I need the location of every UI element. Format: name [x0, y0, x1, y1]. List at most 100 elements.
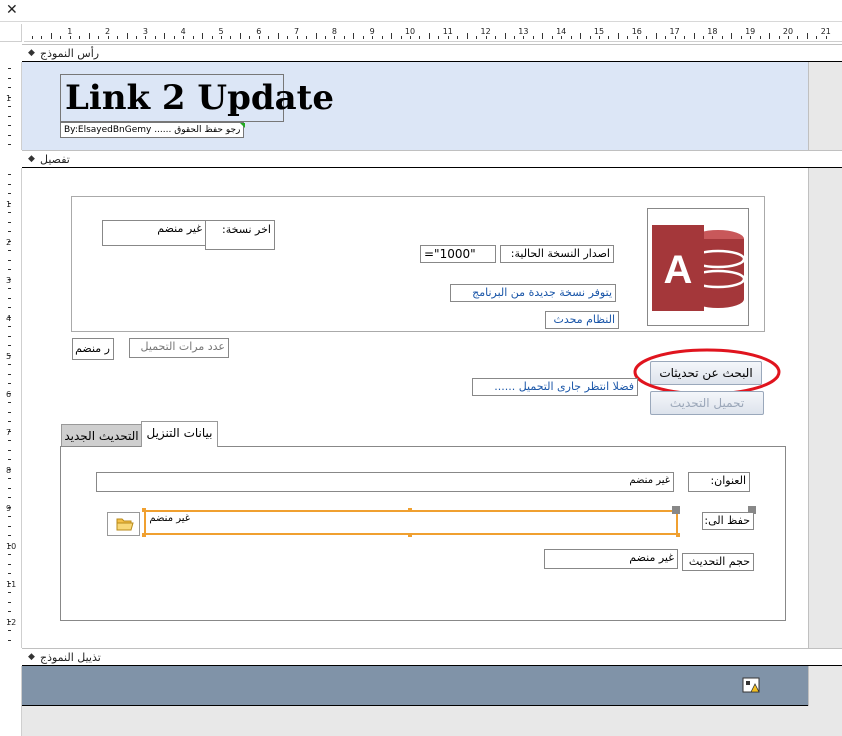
ruler-tick — [8, 193, 11, 194]
move-handle[interactable] — [672, 506, 680, 514]
error-indicator-icon — [240, 123, 245, 128]
ruler-tick — [702, 36, 704, 39]
ruler-tick — [135, 36, 137, 39]
form-footer-label: تذييل النموذج — [40, 651, 101, 664]
save-to-value: غير منضم — [149, 513, 190, 524]
address-input[interactable]: غير منضم — [96, 472, 674, 492]
ruler-tick — [107, 36, 109, 39]
browse-folder-button[interactable] — [107, 512, 140, 536]
ruler-tick — [410, 36, 411, 39]
ruler-tick — [551, 36, 553, 39]
ruler-tick — [825, 36, 827, 39]
ruler-corner[interactable] — [0, 24, 22, 42]
detail-bar[interactable]: ◆ تفصيل — [22, 150, 842, 168]
ruler-tick — [8, 440, 11, 441]
vertical-ruler-footer — [0, 666, 22, 736]
new-version-message[interactable]: يتوفر نسخة جديدة من البرنامج — [450, 284, 616, 302]
ruler-tick — [476, 36, 478, 39]
ruler-tick — [79, 36, 81, 39]
close-icon[interactable]: ✕ — [6, 2, 18, 18]
ruler-tick — [239, 33, 241, 39]
ruler-tick — [8, 212, 11, 213]
resize-handle[interactable] — [408, 533, 412, 537]
ruler-number: 10 — [6, 542, 17, 551]
ruler-number: 5 — [6, 352, 12, 361]
update-size-label[interactable]: حجم التحديث — [682, 553, 754, 571]
ruler-tick — [353, 33, 355, 39]
ruler-tick — [8, 288, 11, 289]
current-version-value[interactable]: ="1000" — [420, 245, 496, 263]
system-updated-message[interactable]: النظام محدث — [545, 311, 619, 329]
tab-new-update[interactable]: التحديث الجديد — [61, 424, 142, 447]
download-count-label[interactable]: عدد مرات التحميل — [129, 338, 229, 358]
current-version-label[interactable]: اصدار النسخة الحالية: — [500, 245, 614, 263]
form-footer-bar[interactable]: ◆ تذييل النموذج — [22, 648, 842, 666]
ruler-tick — [816, 36, 818, 39]
ruler-tick — [8, 373, 11, 375]
ruler-number: 1 — [6, 200, 12, 209]
latest-version-value[interactable]: غير منضم — [102, 220, 206, 246]
save-to-input[interactable]: غير منضم — [144, 510, 678, 535]
ruler-tick — [372, 36, 374, 39]
ruler-tick — [258, 36, 260, 39]
form-footer-section — [22, 666, 808, 706]
ruler-tick — [8, 449, 11, 451]
ruler-tick — [712, 36, 714, 39]
ruler-tick — [145, 36, 147, 39]
ruler-tick — [608, 36, 610, 39]
ruler-tick — [495, 36, 497, 39]
tab-download-data[interactable]: بيانات التنزيل — [141, 421, 218, 447]
latest-version-label[interactable]: اخر نسخة: — [205, 220, 275, 250]
ruler-number: 4 — [6, 314, 12, 323]
ruler-number: 2 — [105, 27, 111, 36]
ruler-number: 19 — [745, 27, 756, 36]
save-to-label[interactable]: حفظ الى: — [702, 512, 754, 530]
ruler-tick — [98, 36, 100, 39]
ruler-tick — [8, 68, 11, 69]
ruler-number: 7 — [6, 428, 12, 437]
loading-message[interactable]: فضلا انتظر جارى التحميل ...... — [472, 378, 638, 396]
resize-handle[interactable] — [408, 508, 412, 512]
download-update-button[interactable]: تحميل التحديث — [650, 391, 764, 415]
ruler-tick — [381, 36, 383, 39]
resize-handle[interactable] — [676, 533, 680, 537]
ruler-tick — [693, 33, 695, 39]
access-logo-icon: A — [652, 225, 746, 311]
ruler-tick — [8, 106, 11, 107]
update-size-value[interactable]: غير منضم — [544, 549, 678, 569]
ruler-tick — [8, 364, 11, 365]
resize-handle[interactable] — [142, 533, 146, 537]
ruler-tick — [117, 36, 119, 39]
ruler-tick — [8, 174, 11, 175]
ruler-tick — [126, 33, 128, 39]
svg-text:A: A — [664, 248, 693, 292]
ruler-tick — [589, 36, 591, 39]
control-icon[interactable] — [742, 676, 760, 694]
access-logo-frame[interactable]: A — [647, 208, 749, 326]
ruler-tick — [485, 36, 487, 39]
ruler-tick — [428, 33, 430, 39]
ruler-number: 2 — [6, 238, 12, 247]
ruler-tick — [230, 36, 232, 39]
form-header-bar[interactable]: ◆ رأس النموذج — [22, 44, 842, 62]
address-label[interactable]: العنوان: — [688, 472, 750, 492]
form-title[interactable]: Link 2 Update — [60, 74, 334, 122]
ruler-tick — [8, 269, 11, 270]
ruler-tick — [8, 592, 11, 593]
ruler-number: 4 — [180, 27, 186, 36]
ruler-tick — [8, 259, 11, 261]
horizontal-ruler: 1 2 3 4 5 6 7 8 9 10 11 12 13 14 15 16 17 18 19 20 21 — [24, 24, 842, 42]
ruler-tick — [8, 516, 11, 517]
ruler-tick — [50, 33, 52, 39]
ruler-tick — [8, 250, 11, 251]
download-count-value[interactable]: ر منضم — [72, 338, 114, 360]
ruler-number: 14 — [556, 27, 567, 36]
ruler-number: 5 — [218, 27, 224, 36]
ruler-tick — [8, 421, 11, 422]
ruler-tick — [561, 36, 563, 39]
ruler-tick — [8, 307, 11, 308]
byline-label[interactable]: By:ElsayedBnGemy ...... رجو حفظ الحقوق — [60, 122, 244, 138]
resize-handle[interactable] — [142, 508, 146, 512]
ruler-tick — [636, 36, 638, 39]
ruler-tick — [192, 36, 194, 39]
